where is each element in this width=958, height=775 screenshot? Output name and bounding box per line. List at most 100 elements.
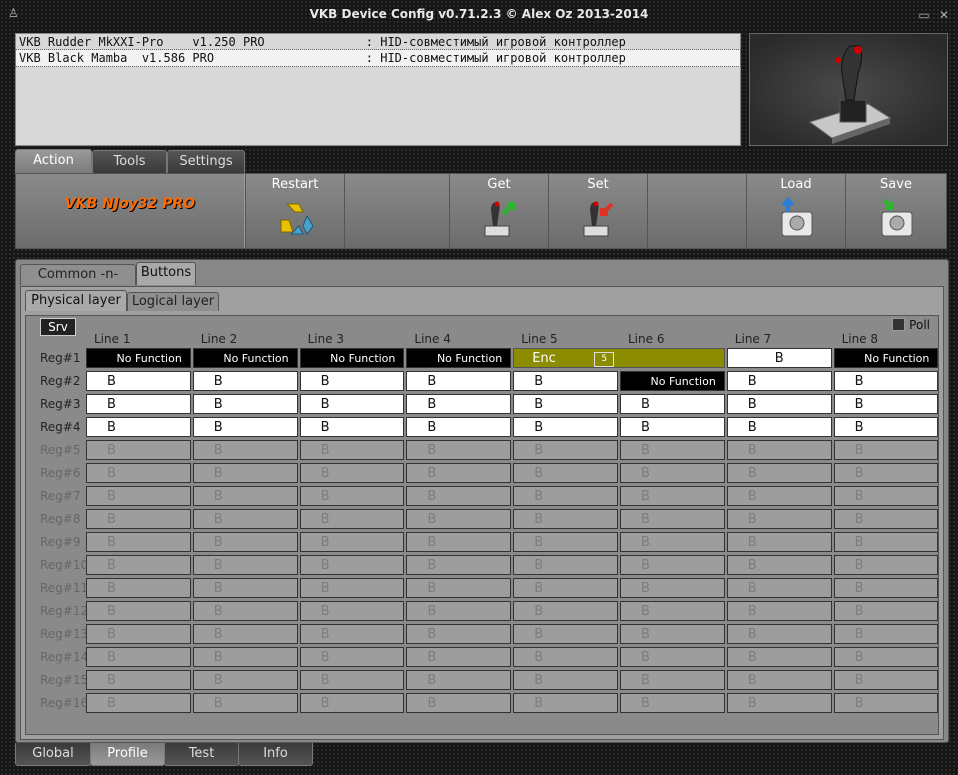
grid-cell[interactable]: B: [406, 601, 512, 621]
grid-cell[interactable]: B: [620, 693, 725, 713]
grid-cell[interactable]: B: [620, 417, 725, 437]
grid-cell[interactable]: B: [620, 440, 725, 460]
tab-settings[interactable]: Settings: [167, 150, 245, 173]
grid-cell[interactable]: No Function: [86, 348, 191, 368]
grid-cell[interactable]: B: [833, 486, 939, 506]
grid-cell[interactable]: B: [299, 417, 405, 437]
grid-cell[interactable]: B: [620, 509, 725, 529]
grid-cell[interactable]: B: [513, 647, 618, 667]
srv-button[interactable]: Srv: [40, 318, 76, 336]
tab-tools[interactable]: Tools: [92, 150, 167, 173]
grid-cell[interactable]: B: [726, 555, 832, 575]
device-item-selected[interactable]: VKB Black Mamba v1.586 PRO : HID-совмест…: [15, 49, 741, 67]
grid-cell[interactable]: B: [406, 486, 512, 506]
tab-physical-layer[interactable]: Physical layer: [25, 290, 127, 311]
grid-cell[interactable]: B: [620, 601, 725, 621]
grid-cell[interactable]: B: [513, 601, 618, 621]
grid-cell[interactable]: B: [192, 509, 298, 529]
tab-profile[interactable]: Profile: [90, 743, 165, 766]
grid-cell[interactable]: B: [513, 394, 618, 414]
grid-cell[interactable]: No Function: [406, 348, 512, 368]
grid-cell[interactable]: B: [833, 532, 939, 552]
grid-cell[interactable]: B: [86, 417, 191, 437]
encoder-cell[interactable]: Enc 5: [513, 348, 725, 368]
grid-cell[interactable]: No Function: [833, 348, 939, 368]
tab-logical-layer[interactable]: Logical layer: [127, 292, 219, 311]
grid-cell[interactable]: No Function: [620, 371, 725, 391]
grid-cell[interactable]: B: [299, 578, 405, 598]
grid-cell[interactable]: B: [299, 509, 405, 529]
grid-cell[interactable]: B: [513, 578, 618, 598]
tab-action[interactable]: Action: [15, 149, 92, 174]
grid-cell[interactable]: B: [513, 463, 618, 483]
grid-cell[interactable]: B: [406, 624, 512, 644]
grid-cell[interactable]: B: [406, 693, 512, 713]
grid-cell[interactable]: B: [406, 647, 512, 667]
grid-cell[interactable]: B: [299, 624, 405, 644]
grid-cell[interactable]: B: [513, 417, 618, 437]
grid-cell[interactable]: B: [406, 463, 512, 483]
grid-cell[interactable]: B: [833, 670, 939, 690]
tab-info[interactable]: Info: [238, 743, 313, 766]
grid-cell[interactable]: B: [86, 463, 191, 483]
grid-cell[interactable]: B: [86, 509, 191, 529]
grid-cell[interactable]: B: [192, 578, 298, 598]
grid-cell[interactable]: B: [833, 394, 939, 414]
grid-cell[interactable]: B: [513, 440, 618, 460]
grid-cell[interactable]: B: [86, 440, 191, 460]
grid-cell[interactable]: B: [192, 394, 298, 414]
grid-cell[interactable]: B: [833, 624, 939, 644]
grid-cell[interactable]: B: [192, 486, 298, 506]
grid-cell[interactable]: B: [299, 463, 405, 483]
grid-cell[interactable]: B: [620, 578, 725, 598]
grid-cell[interactable]: B: [86, 555, 191, 575]
grid-cell[interactable]: B: [192, 417, 298, 437]
grid-cell[interactable]: B: [620, 555, 725, 575]
grid-cell[interactable]: B: [513, 371, 618, 391]
grid-cell[interactable]: B: [513, 624, 618, 644]
grid-cell[interactable]: B: [833, 440, 939, 460]
grid-cell[interactable]: No Function: [299, 348, 405, 368]
tab-global[interactable]: Global: [15, 743, 91, 766]
grid-cell[interactable]: B: [620, 624, 725, 644]
grid-cell[interactable]: B: [299, 670, 405, 690]
grid-cell[interactable]: B: [833, 601, 939, 621]
grid-cell[interactable]: B: [299, 486, 405, 506]
load-button[interactable]: Load: [746, 174, 846, 248]
grid-cell[interactable]: B: [833, 371, 939, 391]
grid-cell[interactable]: B: [406, 440, 512, 460]
grid-cell[interactable]: B: [833, 417, 939, 437]
grid-cell[interactable]: B: [299, 371, 405, 391]
grid-cell[interactable]: B: [726, 417, 832, 437]
poll-checkbox[interactable]: Poll: [892, 318, 930, 332]
grid-cell[interactable]: B: [513, 532, 618, 552]
grid-cell[interactable]: B: [86, 394, 191, 414]
grid-cell[interactable]: B: [726, 440, 832, 460]
tab-common-axes[interactable]: Common -n- Axes: [20, 264, 136, 302]
grid-cell[interactable]: B: [192, 463, 298, 483]
grid-cell[interactable]: No Function: [192, 348, 298, 368]
grid-cell[interactable]: B: [299, 693, 405, 713]
grid-cell[interactable]: B: [406, 578, 512, 598]
grid-cell[interactable]: B: [620, 532, 725, 552]
grid-cell[interactable]: B: [299, 394, 405, 414]
grid-cell[interactable]: B: [726, 509, 832, 529]
grid-cell[interactable]: B: [726, 348, 832, 368]
grid-cell[interactable]: B: [192, 532, 298, 552]
grid-cell[interactable]: B: [833, 463, 939, 483]
grid-cell[interactable]: B: [513, 555, 618, 575]
grid-cell[interactable]: B: [192, 555, 298, 575]
grid-cell[interactable]: B: [726, 394, 832, 414]
grid-cell[interactable]: B: [406, 371, 512, 391]
grid-cell[interactable]: B: [406, 670, 512, 690]
grid-cell[interactable]: B: [726, 486, 832, 506]
grid-cell[interactable]: B: [833, 647, 939, 667]
grid-cell[interactable]: B: [299, 555, 405, 575]
grid-cell[interactable]: B: [86, 532, 191, 552]
grid-cell[interactable]: B: [299, 532, 405, 552]
grid-cell[interactable]: B: [86, 670, 191, 690]
close-icon[interactable]: ✕: [936, 7, 952, 23]
grid-cell[interactable]: B: [620, 647, 725, 667]
grid-cell[interactable]: B: [86, 647, 191, 667]
grid-cell[interactable]: B: [406, 394, 512, 414]
